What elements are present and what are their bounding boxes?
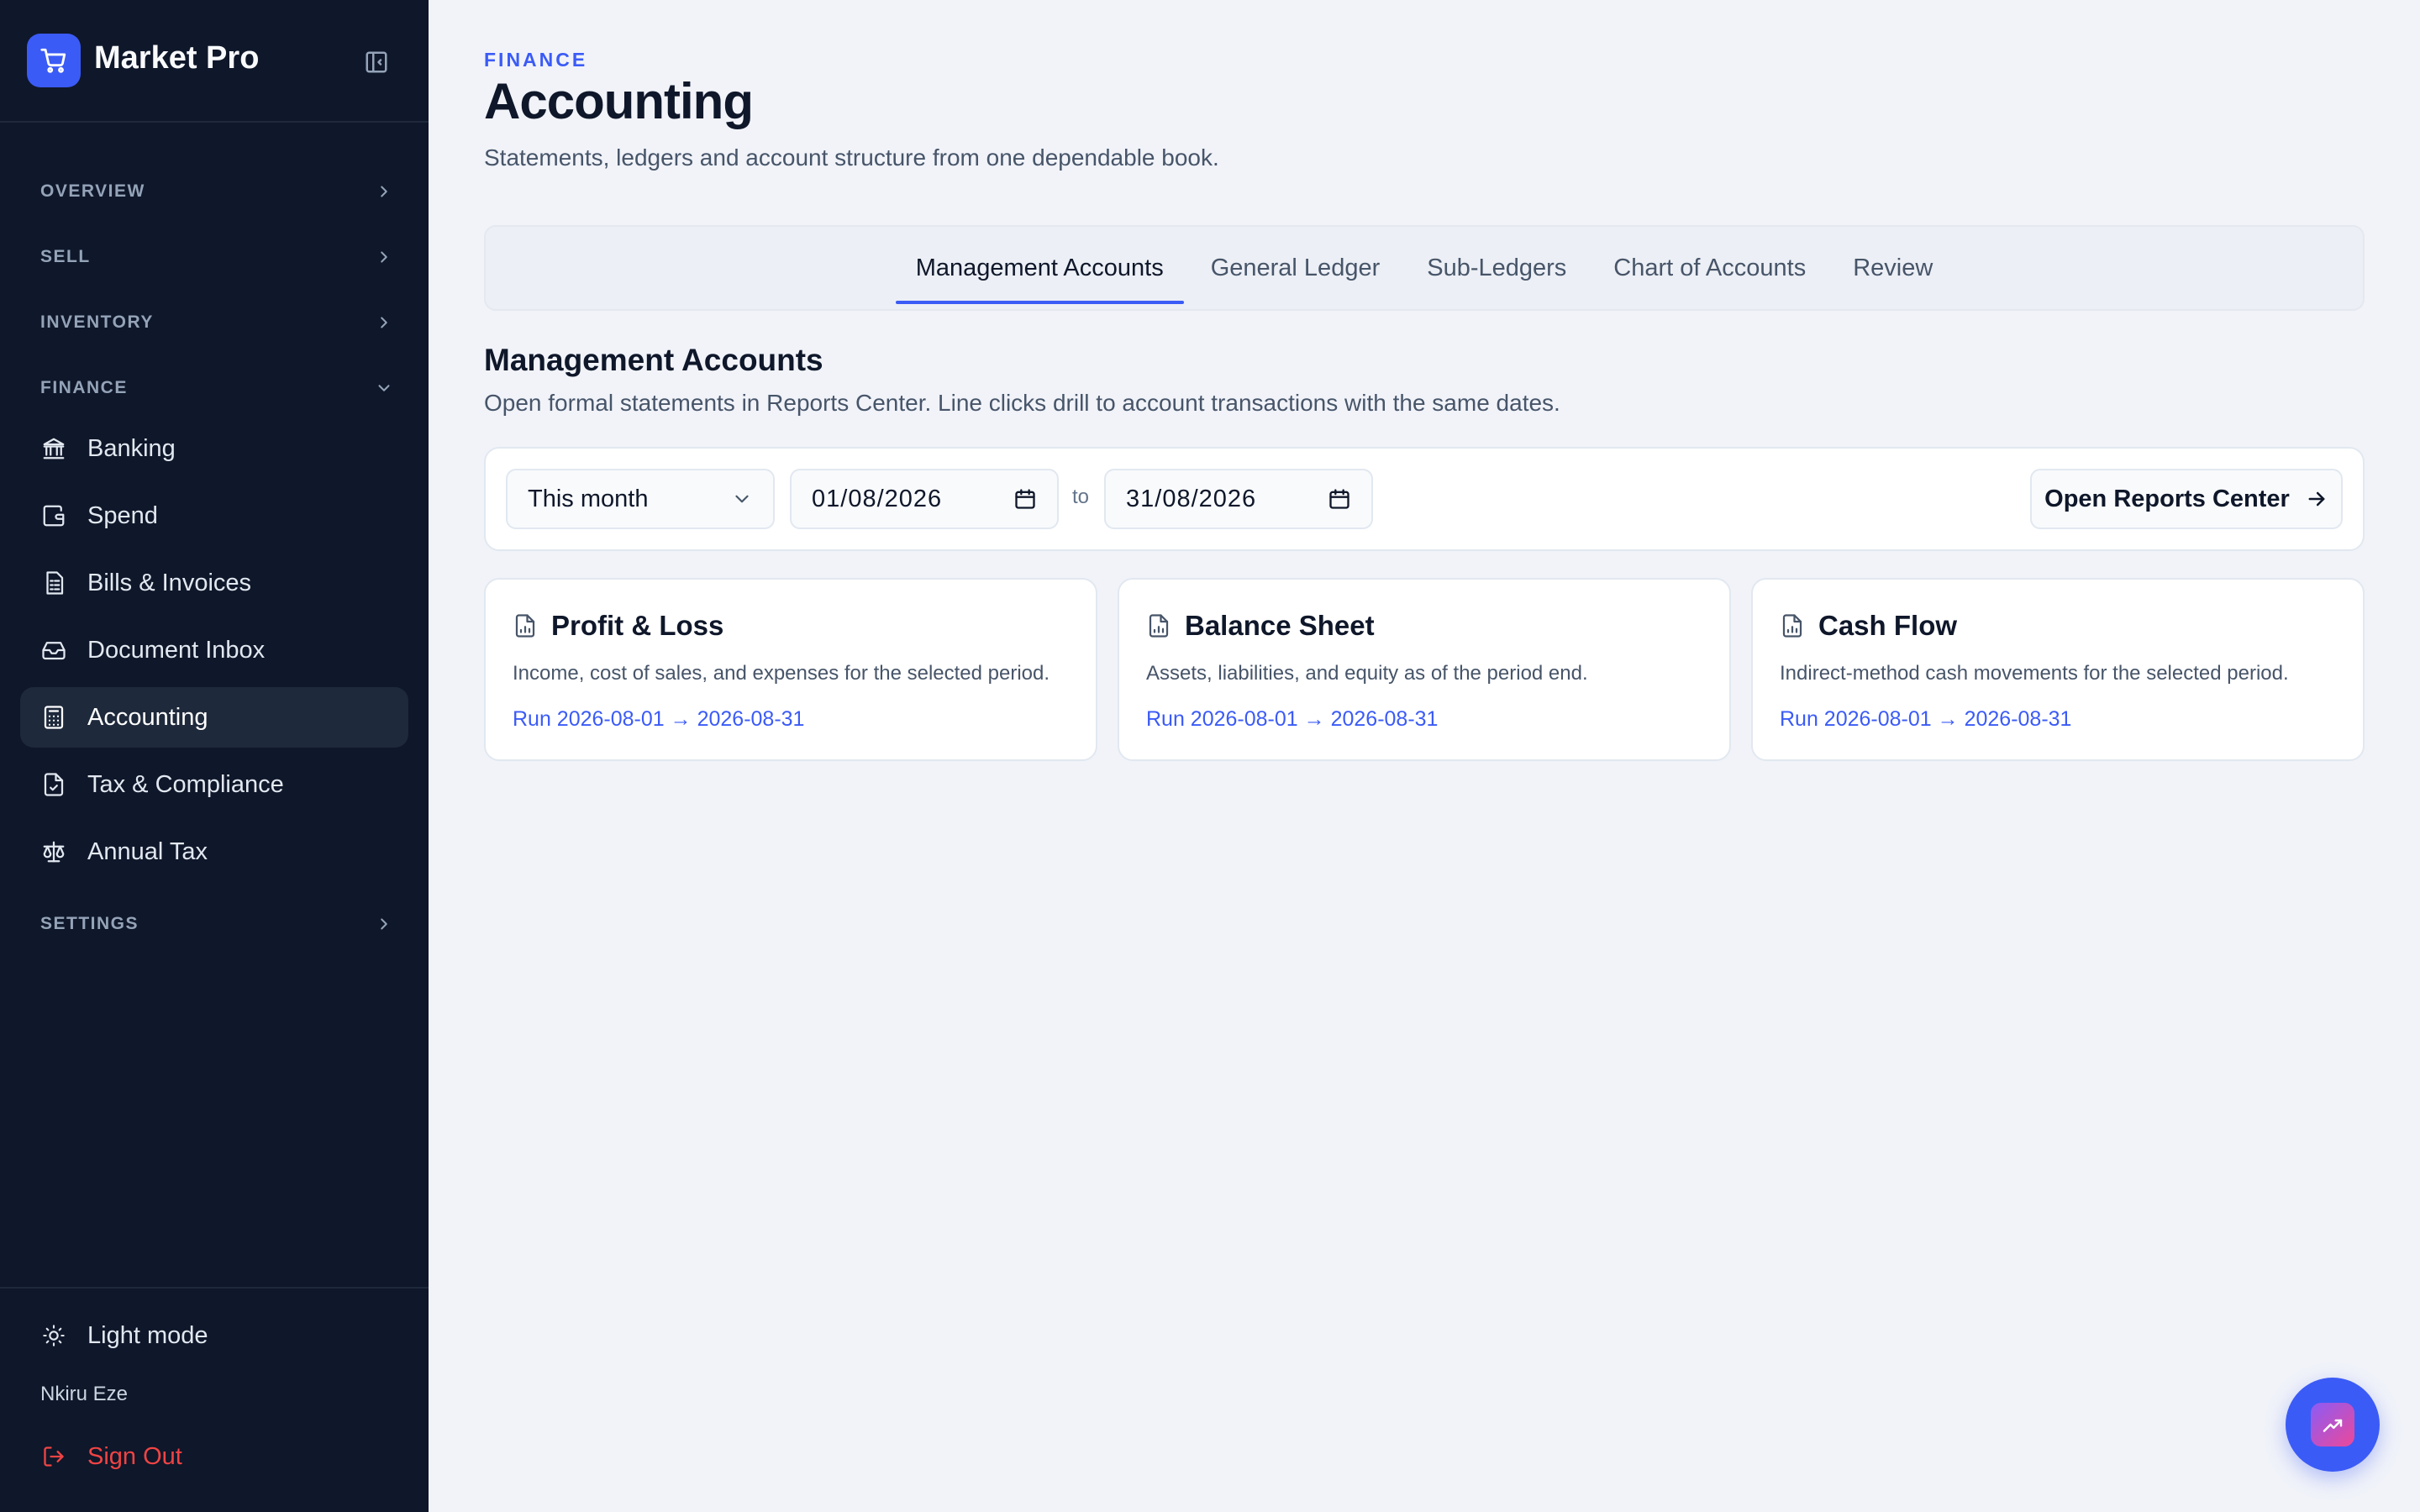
calendar-icon[interactable] [1328, 487, 1351, 511]
cart-icon[interactable] [27, 34, 81, 87]
log-out-icon [40, 1443, 67, 1470]
receipt-icon [40, 570, 67, 596]
sidebar-item-label: Annual Tax [87, 837, 208, 865]
sidebar-section-label: SETTINGS [40, 914, 139, 933]
statement-card-cash-flow[interactable]: Cash Flow Indirect-method cash movements… [1751, 578, 2365, 761]
sidebar-item-spend[interactable]: Spend [20, 486, 408, 546]
sun-icon [40, 1322, 67, 1349]
sidebar-item-label: Document Inbox [87, 636, 266, 664]
trend-icon [2311, 1403, 2354, 1446]
statement-card-profit-loss[interactable]: Profit & Loss Income, cost of sales, and… [484, 578, 1097, 761]
run-report-link[interactable]: Run 2026-08-01 → 2026-08-31 [1780, 707, 2071, 732]
run-report-link[interactable]: Run 2026-08-01 → 2026-08-31 [1146, 707, 1438, 732]
page-title: Accounting [484, 73, 754, 129]
wallet-icon [40, 502, 67, 529]
tab-bar: Management Accounts General Ledger Sub-L… [484, 225, 2365, 311]
sign-out-button[interactable]: Sign Out [20, 1430, 408, 1483]
file-check-icon [40, 771, 67, 798]
calculator-icon [40, 704, 67, 731]
sidebar-item-tax-compliance[interactable]: Tax & Compliance [20, 754, 408, 815]
filter-bar: This month 01/08/2026 to 31/08/2026 Open… [484, 447, 2365, 551]
main-content: FINANCE Accounting Statements, ledgers a… [429, 0, 2420, 1512]
page-eyebrow: FINANCE [484, 49, 588, 71]
sidebar-section-finance[interactable]: FINANCE [40, 371, 393, 405]
card-description: Income, cost of sales, and expenses for … [513, 662, 1050, 685]
sidebar-section-overview[interactable]: OVERVIEW [40, 175, 393, 208]
scale-icon [40, 838, 67, 865]
sidebar-section-label: SELL [40, 247, 91, 266]
chevron-right-icon [381, 251, 387, 263]
sidebar-item-annual-tax[interactable]: Annual Tax [20, 822, 408, 882]
file-chart-icon [1149, 614, 1169, 638]
sign-out-label: Sign Out [87, 1442, 182, 1470]
sidebar: Market Pro OVERVIEW SELL INVENTORY FINAN… [0, 0, 429, 1512]
open-reports-center-label: Open Reports Center [2044, 485, 2290, 512]
sidebar-section-label: FINANCE [40, 378, 128, 397]
from-date-input[interactable]: 01/08/2026 [790, 469, 1059, 529]
analytics-fab-button[interactable] [2286, 1378, 2380, 1472]
file-chart-icon [515, 614, 535, 638]
sidebar-item-document-inbox[interactable]: Document Inbox [20, 620, 408, 680]
card-title: Cash Flow [1818, 610, 1958, 641]
bank-icon [40, 435, 67, 462]
app-name: Market Pro [94, 40, 260, 76]
tab-general-ledger[interactable]: General Ledger [1191, 227, 1401, 309]
sidebar-item-banking[interactable]: Banking [20, 418, 408, 479]
tab-sub-ledgers[interactable]: Sub-Ledgers [1407, 227, 1586, 309]
from-date-value: 01/08/2026 [812, 485, 943, 512]
open-reports-center-button[interactable]: Open Reports Center [2030, 469, 2343, 529]
sidebar-item-label: Spend [87, 501, 158, 529]
card-title: Profit & Loss [551, 610, 724, 641]
sidebar-item-label: Bills & Invoices [87, 569, 252, 596]
inbox-icon [40, 637, 67, 664]
to-date-value: 31/08/2026 [1126, 485, 1257, 512]
sidebar-item-label: Tax & Compliance [87, 770, 284, 798]
sidebar-section-label: INVENTORY [40, 312, 154, 332]
calendar-icon[interactable] [1013, 487, 1037, 511]
arrow-right-icon [2308, 491, 2325, 507]
page-subtitle: Statements, ledgers and account structur… [484, 144, 1219, 171]
file-chart-icon [1782, 614, 1802, 638]
card-title: Balance Sheet [1185, 610, 1375, 641]
chevron-down-icon [735, 495, 749, 503]
chevron-right-icon [381, 918, 387, 930]
collapse-sidebar-icon[interactable] [361, 47, 392, 77]
statement-card-balance-sheet[interactable]: Balance Sheet Assets, liabilities, and e… [1118, 578, 1731, 761]
sidebar-item-label: Banking [87, 434, 176, 462]
card-description: Indirect-method cash movements for the s… [1780, 662, 2289, 685]
sidebar-footer: Light mode Nkiru Eze Sign Out [0, 1287, 429, 1512]
sidebar-section-settings[interactable]: SETTINGS [40, 907, 393, 941]
run-report-link[interactable]: Run 2026-08-01 → 2026-08-31 [513, 707, 804, 732]
sidebar-section-label: OVERVIEW [40, 181, 145, 201]
period-select-value: This month [528, 485, 649, 512]
tab-management-accounts[interactable]: Management Accounts [895, 227, 1184, 309]
tab-chart-of-accounts[interactable]: Chart of Accounts [1593, 227, 1826, 309]
card-description: Assets, liabilities, and equity as of th… [1146, 662, 1588, 685]
date-range-separator: to [1072, 486, 1090, 508]
chevron-right-icon [381, 317, 387, 328]
chevron-right-icon [381, 186, 387, 197]
section-title: Management Accounts [484, 343, 823, 377]
tab-review[interactable]: Review [1833, 227, 1953, 309]
section-subtitle: Open formal statements in Reports Center… [484, 390, 1560, 416]
period-select[interactable]: This month [506, 469, 775, 529]
sidebar-section-inventory[interactable]: INVENTORY [40, 306, 393, 339]
sidebar-item-label: Accounting [87, 703, 208, 731]
to-date-input[interactable]: 31/08/2026 [1104, 469, 1373, 529]
user-name: Nkiru Eze [40, 1383, 129, 1405]
sidebar-section-sell[interactable]: SELL [40, 240, 393, 274]
mode-label: Light mode [87, 1321, 208, 1349]
chevron-down-icon [378, 385, 390, 391]
statement-cards: Profit & Loss Income, cost of sales, and… [484, 578, 2365, 763]
brand-header: Market Pro [0, 0, 429, 123]
sidebar-item-bills-invoices[interactable]: Bills & Invoices [20, 553, 408, 613]
sidebar-item-accounting[interactable]: Accounting [20, 687, 408, 748]
light-mode-toggle[interactable]: Light mode [20, 1309, 408, 1362]
